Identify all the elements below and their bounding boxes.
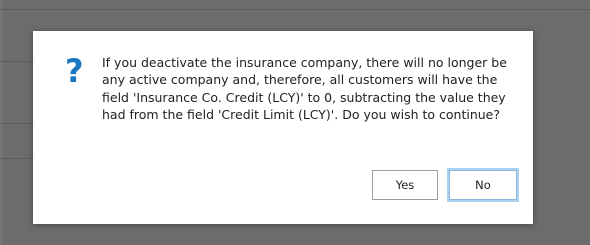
background-divider bbox=[0, 123, 33, 124]
yes-button[interactable]: Yes bbox=[372, 170, 438, 200]
no-button[interactable]: No bbox=[447, 168, 519, 202]
background-divider bbox=[0, 61, 33, 62]
background-divider bbox=[0, 9, 590, 10]
confirm-dialog: ? If you deactivate the insurance compan… bbox=[33, 31, 533, 224]
question-mark-icon: ? bbox=[65, 52, 84, 90]
dialog-message: If you deactivate the insurance company,… bbox=[102, 55, 507, 122]
background-divider bbox=[0, 158, 33, 159]
